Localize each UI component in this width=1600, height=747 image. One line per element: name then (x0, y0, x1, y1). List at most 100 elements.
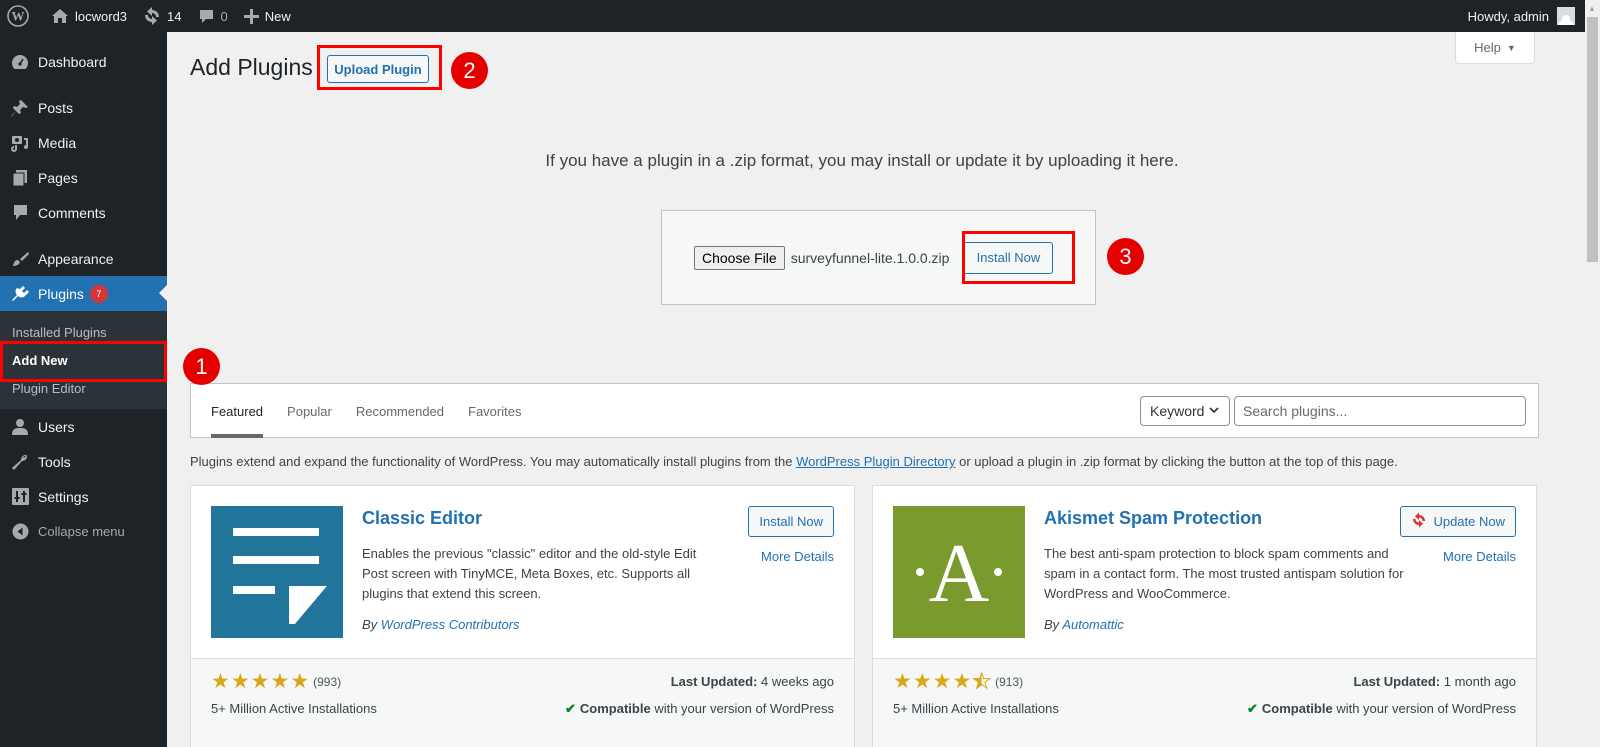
step-marker-2: 2 (451, 52, 488, 89)
paintbrush-icon (10, 249, 30, 269)
caret-down-icon: ▼ (1506, 42, 1516, 53)
tab-favorites[interactable]: Favorites (468, 384, 533, 438)
more-details-link[interactable]: More Details (761, 549, 834, 564)
install-now-button[interactable]: Install Now (748, 506, 834, 537)
active-installs: 5+ Million Active Installations (893, 701, 1059, 716)
scrollbar-thumb[interactable] (1587, 17, 1598, 262)
greeting: Howdy, admin (1467, 8, 1549, 24)
search-type-select[interactable]: Keyword (1140, 396, 1230, 426)
pin-icon (10, 98, 30, 118)
last-updated: Last Updated: 4 weeks ago (671, 674, 834, 689)
compatibility: ✔ Compatible with your version of WordPre… (1247, 701, 1516, 717)
svg-text:W: W (12, 9, 25, 24)
search-plugins-input[interactable] (1234, 396, 1526, 426)
akismet-thumbnail[interactable]: A (893, 506, 1025, 638)
comments-count: 0 (220, 8, 228, 24)
update-icon (1411, 512, 1427, 532)
wordpress-logo-menu[interactable]: W (0, 0, 37, 32)
collapse-menu-button[interactable]: Collapse menu (0, 514, 167, 549)
star-full-icon: ★ (912, 670, 932, 693)
plugin-icon (10, 284, 30, 304)
wordpress-logo-icon: W (7, 5, 29, 27)
star-full-icon: ★ (952, 670, 972, 693)
sidebar-item-users[interactable]: Users (0, 409, 167, 444)
scroll-up-arrow-icon[interactable]: ▲ (1588, 4, 1596, 13)
svg-text:A: A (929, 527, 990, 620)
admin-bar: W locword3 14 0 New Howdy, admin (0, 0, 1585, 32)
help-tab-button[interactable]: Help ▼ (1455, 32, 1535, 64)
sidebar-item-label: Pages (38, 169, 78, 186)
plugin-description: The best anti-spam protection to block s… (1044, 546, 1404, 601)
last-updated-label: Last Updated: (670, 674, 758, 689)
sidebar-item-pages[interactable]: Pages (0, 160, 167, 195)
plugin-directory-link[interactable]: WordPress Plugin Directory (796, 454, 955, 469)
wrench-icon (10, 452, 30, 472)
choose-file-button[interactable]: Choose File (694, 245, 785, 270)
plugin-author: By Automattic (1044, 617, 1124, 632)
star-full-icon: ★ (893, 670, 912, 693)
tab-recommended[interactable]: Recommended (356, 384, 456, 438)
akismet-logo-icon: A (893, 506, 1025, 638)
highlight-upload-plugin (317, 45, 442, 90)
update-now-button[interactable]: Update Now (1400, 506, 1516, 537)
sidebar-item-dashboard[interactable]: Dashboard (0, 44, 167, 79)
plugin-search: Keyword (1140, 396, 1526, 426)
sidebar-item-plugins[interactable]: Plugins 7 (0, 276, 167, 311)
updates-icon (143, 7, 161, 25)
help-label: Help (1474, 40, 1501, 55)
compatible-label: Compatible (579, 701, 651, 716)
classic-editor-thumbnail[interactable] (211, 506, 343, 638)
document-icon (211, 506, 343, 638)
pages-icon (10, 168, 30, 188)
author-link[interactable]: Automattic (1062, 617, 1123, 632)
sidebar-item-label: Plugins (38, 285, 84, 302)
intro-text-before: Plugins extend and expand the functional… (190, 454, 797, 469)
sidebar-item-comments[interactable]: Comments (0, 195, 167, 230)
step-marker-3: 3 (1107, 238, 1144, 275)
sidebar-item-label: Posts (38, 99, 74, 116)
plugin-description: Enables the previous "classic" editor an… (362, 546, 697, 601)
collapse-icon (10, 522, 30, 542)
dashboard-icon (10, 52, 30, 72)
tab-popular[interactable]: Popular (287, 384, 344, 438)
page-scrollbar[interactable]: ▲ (1585, 0, 1600, 747)
step-marker-1: 1 (183, 348, 220, 385)
my-account-menu[interactable]: Howdy, admin (1460, 0, 1585, 32)
star-half-icon: ★ (972, 670, 992, 693)
updates-link[interactable]: 14 (135, 0, 189, 32)
plugin-card-akismet: A Akismet Spam Protection The best anti-… (872, 485, 1537, 747)
user-icon (10, 417, 30, 437)
comments-link[interactable]: 0 (190, 0, 236, 32)
tab-featured[interactable]: Featured (211, 384, 275, 438)
sidebar-item-label: Users (38, 418, 75, 435)
star-full-icon: ★ (230, 670, 250, 693)
sidebar-item-label: Appearance (38, 250, 114, 267)
highlight-add-new (0, 341, 167, 382)
last-updated: Last Updated: 1 month ago (1353, 674, 1516, 689)
upload-instructions: If you have a plugin in a .zip format, y… (545, 151, 1179, 170)
star-rating: ★ ★ ★ ★ ★ (993) (211, 670, 342, 693)
more-details-link[interactable]: More Details (1443, 549, 1516, 564)
plugin-author: By WordPress Contributors (362, 617, 520, 632)
sidebar-item-media[interactable]: Media (0, 125, 167, 160)
sidebar-item-posts[interactable]: Posts (0, 90, 167, 125)
admin-sidebar: Dashboard Posts Media Pages Comments App… (0, 32, 167, 747)
new-content-link[interactable]: New (236, 0, 299, 32)
plugins-intro-text: Plugins extend and expand the functional… (190, 454, 1398, 469)
sidebar-item-appearance[interactable]: Appearance (0, 241, 167, 276)
sidebar-item-settings[interactable]: Settings (0, 479, 167, 514)
site-name-link[interactable]: locword3 (37, 0, 135, 32)
chevron-down-icon (1209, 405, 1220, 417)
rating-count: (993) (313, 675, 342, 689)
plugin-name-link[interactable]: Classic Editor (362, 508, 482, 529)
settings-icon (10, 487, 30, 507)
author-prefix: By (1044, 617, 1063, 632)
sidebar-item-label: Tools (38, 453, 71, 470)
plugin-name-link[interactable]: Akismet Spam Protection (1044, 508, 1262, 529)
author-link[interactable]: WordPress Contributors (381, 617, 520, 632)
updates-count: 14 (167, 8, 182, 24)
star-full-icon: ★ (290, 670, 310, 693)
sidebar-item-tools[interactable]: Tools (0, 444, 167, 479)
active-installs: 5+ Million Active Installations (211, 701, 377, 716)
star-full-icon: ★ (932, 670, 952, 693)
